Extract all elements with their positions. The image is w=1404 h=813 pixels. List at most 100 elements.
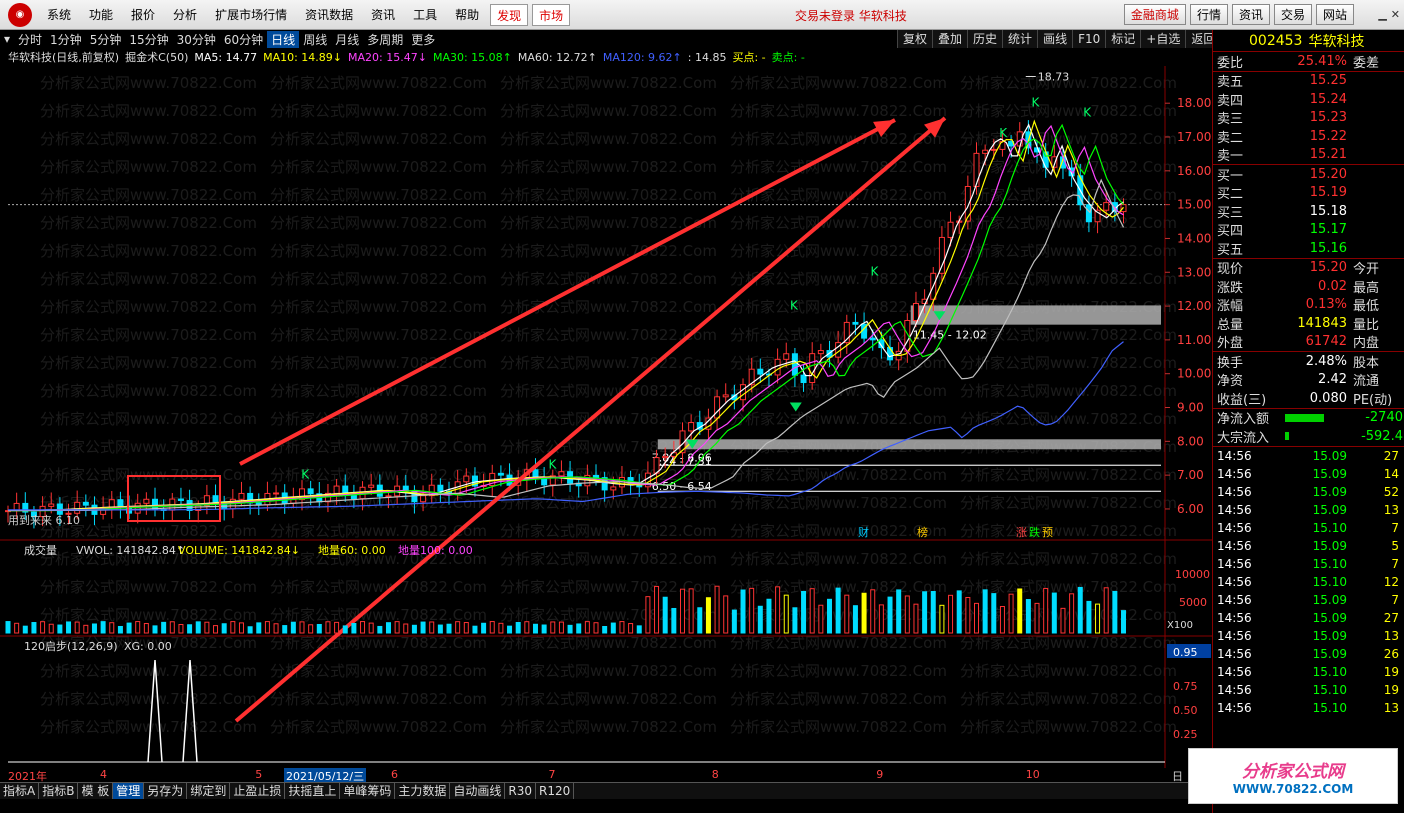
watermark-text: 分析家公式网www.70822.Com bbox=[730, 494, 947, 512]
weibi-row: 委比 25.41% 委差 bbox=[1213, 52, 1404, 71]
period-4[interactable]: 30分钟 bbox=[173, 31, 220, 48]
watermark-text: 分析家公式网www.70822.Com bbox=[500, 662, 717, 680]
stat-2: 涨幅 0.13% 最低 bbox=[1213, 296, 1404, 314]
volume-bar bbox=[948, 594, 954, 634]
indicator-value-2: MA5: 14.77 bbox=[194, 50, 258, 64]
watermark-text: 分析家公式网www.70822.Com bbox=[960, 662, 1177, 680]
news-button[interactable]: 资讯 bbox=[1231, 4, 1270, 25]
menu-function[interactable]: 功能 bbox=[80, 4, 122, 26]
toolbar-button-2[interactable]: 历史 bbox=[967, 30, 1003, 48]
menu-extended-market[interactable]: 扩展市场行情 bbox=[206, 4, 296, 26]
period-10[interactable]: 更多 bbox=[407, 31, 439, 48]
volume-bar bbox=[360, 621, 366, 634]
volume-label: VOLUME: 141842.84↓ bbox=[178, 544, 300, 557]
candle-body bbox=[368, 484, 375, 488]
menu-analysis[interactable]: 分析 bbox=[164, 4, 206, 26]
fund-stat-1-extra: 流通 bbox=[1353, 374, 1380, 390]
period-6[interactable]: 日线 bbox=[267, 30, 300, 48]
period-0[interactable]: 分时 bbox=[14, 31, 46, 48]
event-tag[interactable]: 跌 bbox=[1029, 525, 1040, 539]
toolbar-button-4[interactable]: 画线 bbox=[1037, 30, 1073, 48]
trade-button[interactable]: 交易 bbox=[1273, 4, 1312, 25]
flow-value-0: -2740 bbox=[1365, 410, 1403, 426]
event-tag[interactable]: 财 bbox=[858, 525, 869, 539]
volume-bar bbox=[100, 621, 106, 634]
indicator-tab-5[interactable]: 绑定到 bbox=[187, 783, 231, 799]
flow-row-1: 大宗流入 -592.4 bbox=[1213, 427, 1404, 446]
fund-stat-2-extra: PE(动) bbox=[1353, 392, 1393, 408]
bottom-axis-label: 0.50 bbox=[1173, 704, 1198, 717]
period-3[interactable]: 15分钟 bbox=[125, 31, 172, 48]
menu-info-data[interactable]: 资讯数据 bbox=[296, 4, 362, 26]
quotes-button[interactable]: 行情 bbox=[1189, 4, 1228, 25]
buy-level-2-label: 买二 bbox=[1217, 187, 1244, 203]
finance-mall-button[interactable]: 金融商城 bbox=[1123, 4, 1186, 25]
toolbar-button-0[interactable]: 复权 bbox=[897, 30, 933, 48]
volume-bar bbox=[861, 592, 867, 634]
menu-help[interactable]: 帮助 bbox=[446, 4, 488, 26]
candle-body bbox=[869, 337, 876, 341]
site-watermark-logo: 分析家公式网 WWW.70822.COM bbox=[1188, 748, 1398, 804]
volume-bar bbox=[489, 621, 495, 634]
menu-market[interactable]: 市场 bbox=[532, 3, 571, 26]
menu-quote[interactable]: 报价 bbox=[122, 4, 164, 26]
close-icon[interactable]: ✕ bbox=[1391, 8, 1400, 21]
tick-volume: 12 bbox=[1383, 574, 1399, 589]
period-1[interactable]: 1分钟 bbox=[46, 31, 86, 48]
volume-bar bbox=[965, 596, 971, 634]
volume-bar bbox=[1069, 593, 1075, 634]
indicator-tab-6[interactable]: 止盈止损 bbox=[230, 783, 286, 799]
flow-row-0: 净流入额 -2740 bbox=[1213, 409, 1404, 427]
menu-system[interactable]: 系统 bbox=[38, 4, 80, 26]
indicator-tab-10[interactable]: 自动画线 bbox=[450, 783, 506, 799]
indicator-tab-0[interactable]: 指标A bbox=[0, 783, 40, 799]
watermark-text: 分析家公式网www.70822.Com bbox=[270, 130, 487, 148]
volume-bar bbox=[403, 623, 409, 634]
toolbar-button-1[interactable]: 叠加 bbox=[932, 30, 968, 48]
indicator-tab-9[interactable]: 主力数据 bbox=[395, 783, 451, 799]
watermark-text: 分析家公式网www.70822.Com bbox=[960, 326, 1177, 344]
price-axis-label: 10.00 bbox=[1177, 367, 1211, 381]
period-2[interactable]: 5分钟 bbox=[86, 31, 126, 48]
event-tag[interactable]: 预 bbox=[1042, 526, 1053, 539]
indicator-tab-12[interactable]: R120 bbox=[536, 783, 575, 799]
indicator-tab-4[interactable]: 另存为 bbox=[144, 783, 188, 799]
watermark-text: 分析家公式网www.70822.Com bbox=[730, 634, 947, 652]
price-axis-label: 16.00 bbox=[1177, 164, 1211, 178]
period-8[interactable]: 月线 bbox=[331, 31, 363, 48]
volume-bar bbox=[498, 622, 504, 634]
indicator-tab-11[interactable]: R30 bbox=[505, 783, 537, 799]
chart-area[interactable]: 分析家公式网www.70822.Com 分析家公式网www.70822.Com 分析… bbox=[0, 66, 1212, 768]
indicator-tab-8[interactable]: 单峰筹码 bbox=[340, 783, 396, 799]
weicha-label: 委差 bbox=[1353, 55, 1380, 71]
menu-tools[interactable]: 工具 bbox=[404, 4, 446, 26]
sell-level-3-label: 卖三 bbox=[1217, 112, 1244, 128]
period-7[interactable]: 周线 bbox=[299, 31, 331, 48]
menu-discover[interactable]: 发现 bbox=[490, 3, 529, 26]
minimize-icon[interactable]: ▁ bbox=[1378, 8, 1386, 21]
event-tag[interactable]: 涨 bbox=[1016, 526, 1027, 539]
toolbar-button-5[interactable]: F10 bbox=[1072, 30, 1106, 48]
volume-bar bbox=[1034, 602, 1040, 634]
volume-bar bbox=[835, 587, 841, 634]
volume-bar bbox=[299, 621, 305, 634]
toolbar-button-3[interactable]: 统计 bbox=[1002, 30, 1038, 48]
menu-info[interactable]: 资讯 bbox=[362, 4, 404, 26]
period-5[interactable]: 60分钟 bbox=[220, 31, 267, 48]
stat-1-label: 涨跌 bbox=[1217, 280, 1244, 296]
indicator-tab-1[interactable]: 指标B bbox=[39, 783, 79, 799]
indicator-tab-7[interactable]: 扶摇直上 bbox=[285, 783, 341, 799]
toolbar-button-6[interactable]: 标记 bbox=[1105, 30, 1141, 48]
volume-bar bbox=[792, 607, 798, 634]
period-9[interactable]: 多周期 bbox=[363, 31, 407, 48]
indicator-tab-3[interactable]: 管理 bbox=[113, 783, 145, 799]
period-menu-icon[interactable]: ▾ bbox=[0, 32, 14, 46]
volume-bar bbox=[619, 621, 625, 634]
volume-bar bbox=[169, 621, 175, 634]
date-label-6: 8 bbox=[711, 768, 719, 781]
website-button[interactable]: 网站 bbox=[1315, 4, 1354, 25]
indicator-tab-2[interactable]: 模 板 bbox=[78, 783, 114, 799]
event-tag[interactable]: 榜 bbox=[917, 525, 928, 539]
tick-time: 14:56 bbox=[1217, 664, 1252, 679]
toolbar-button-7[interactable]: +自选 bbox=[1140, 30, 1186, 48]
